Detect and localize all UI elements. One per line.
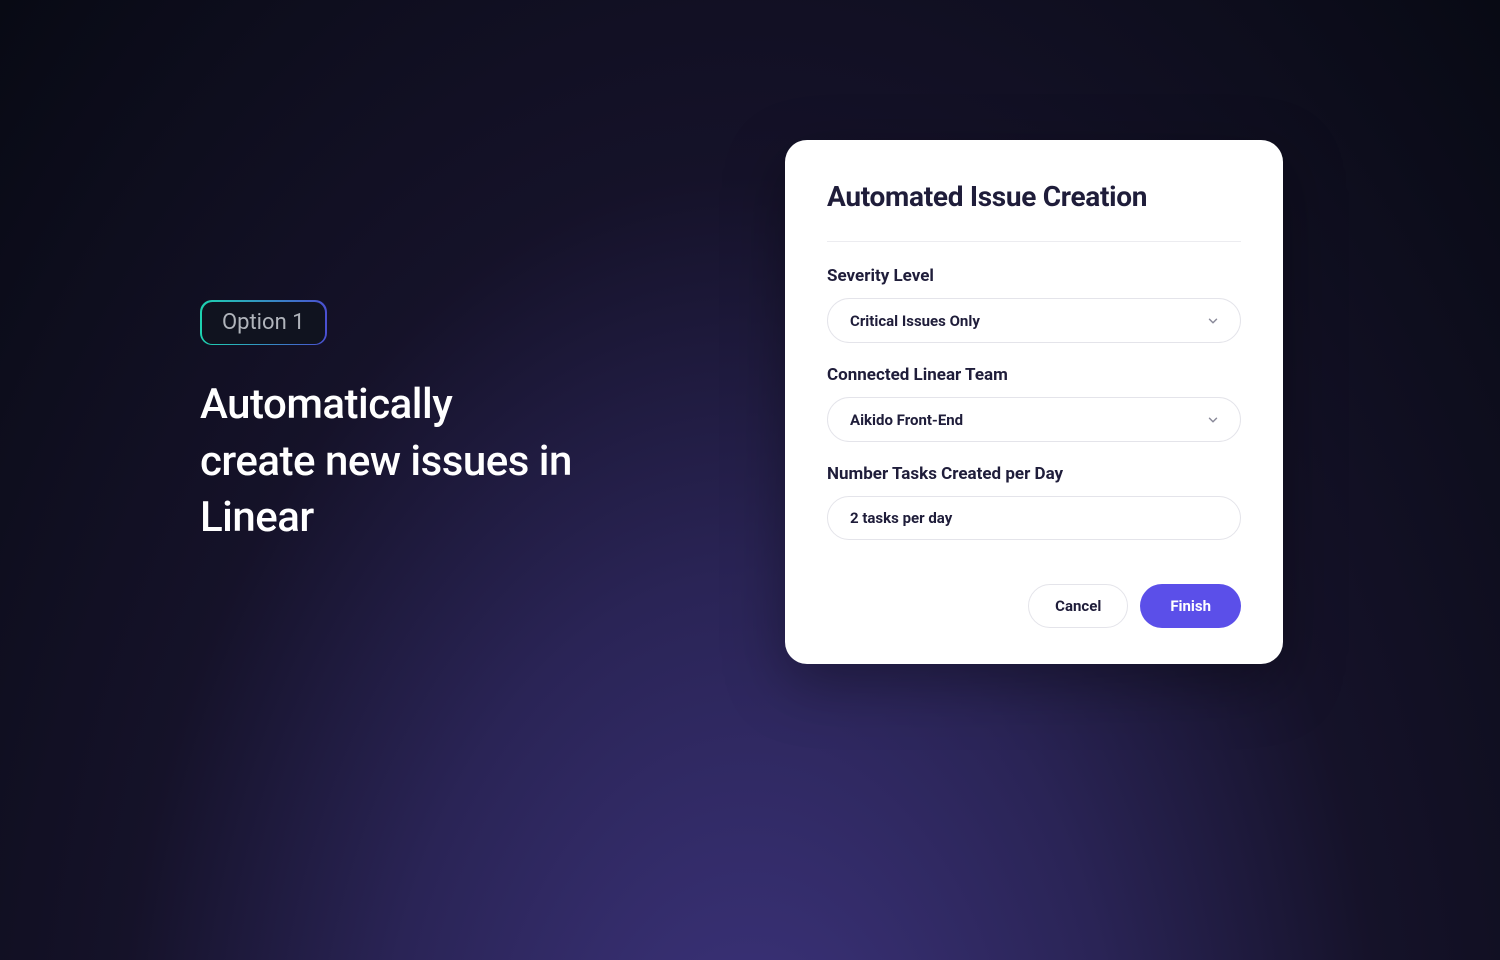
tasks-field-group: Number Tasks Created per Day [827, 464, 1241, 540]
severity-select[interactable]: Critical Issues Only [827, 298, 1241, 343]
team-field-group: Connected Linear Team Aikido Front-End [827, 365, 1241, 442]
chevron-down-icon [1204, 411, 1222, 429]
severity-field-group: Severity Level Critical Issues Only [827, 266, 1241, 343]
chevron-down-icon [1204, 312, 1222, 330]
severity-value: Critical Issues Only [850, 312, 980, 330]
modal-footer: Cancel Finish [827, 584, 1241, 628]
tasks-input[interactable] [827, 496, 1241, 540]
team-value: Aikido Front-End [850, 411, 963, 429]
modal-divider [827, 241, 1241, 242]
hero-line-2: create new issues in [200, 437, 572, 486]
severity-label: Severity Level [827, 266, 1241, 286]
team-select[interactable]: Aikido Front-End [827, 397, 1241, 442]
hero-line-3: Linear [200, 493, 314, 542]
option-pill: Option 1 [200, 300, 327, 345]
team-label: Connected Linear Team [827, 365, 1241, 385]
automated-issue-modal: Automated Issue Creation Severity Level … [785, 140, 1283, 664]
hero-section: Option 1 Automatically create new issues… [200, 300, 572, 547]
modal-title: Automated Issue Creation [827, 180, 1241, 213]
hero-line-1: Automatically [200, 380, 452, 429]
tasks-label: Number Tasks Created per Day [827, 464, 1241, 484]
finish-button[interactable]: Finish [1140, 584, 1241, 628]
cancel-button[interactable]: Cancel [1028, 584, 1128, 628]
hero-heading: Automatically create new issues in Linea… [200, 377, 572, 547]
option-pill-label: Option 1 [222, 310, 305, 335]
